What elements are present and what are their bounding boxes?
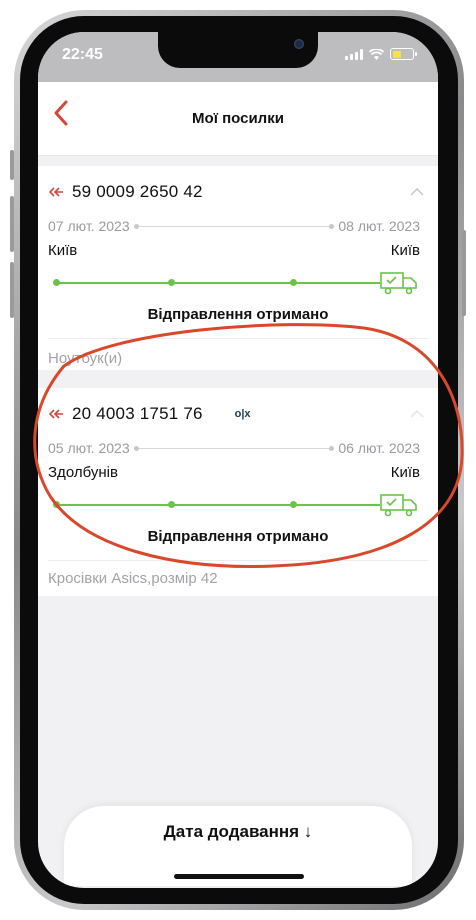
date-received: 06 лют. 2023	[338, 440, 420, 456]
power-button	[462, 230, 466, 316]
sort-button[interactable]: Дата додавання ↓	[64, 822, 412, 842]
volume-up-button	[10, 196, 14, 252]
delivery-status: Відправлення отримано	[147, 528, 329, 545]
city-from: Київ	[48, 242, 78, 259]
city-row: Здолбунів Київ	[48, 464, 420, 481]
divider	[48, 338, 428, 339]
double-arrow-left-icon	[48, 409, 63, 419]
date-row: 05 лют. 2023 06 лют. 2023	[48, 440, 420, 456]
wifi-icon	[369, 48, 384, 60]
parcel-badge: o|x	[234, 408, 251, 420]
page-title: Мої посилки	[192, 110, 284, 127]
date-received: 08 лют. 2023	[338, 218, 420, 234]
delivery-progress	[53, 270, 418, 295]
delivery-truck-icon	[380, 494, 417, 517]
tracking-row: 59 0009 2650 42	[48, 182, 203, 202]
city-from: Здолбунів	[48, 464, 118, 481]
date-sent: 05 лют. 2023	[48, 440, 130, 456]
date-connector	[133, 445, 335, 451]
camera-icon	[294, 39, 304, 49]
city-to: Київ	[390, 242, 420, 259]
date-connector	[133, 223, 335, 229]
city-to: Київ	[390, 464, 420, 481]
date-row: 07 лют. 2023 08 лют. 2023	[48, 218, 420, 234]
battery-icon	[390, 48, 417, 60]
parcel-description: Ноутбук(и)	[48, 350, 123, 367]
app-header: Мої посилки	[38, 82, 438, 156]
chevron-up-icon[interactable]	[410, 410, 424, 418]
volume-down-button	[10, 262, 14, 318]
delivery-truck-icon	[380, 272, 417, 295]
divider	[48, 560, 428, 561]
delivery-status: Відправлення отримано	[147, 306, 329, 323]
mute-switch	[10, 150, 14, 180]
parcel-card[interactable]: 20 4003 1751 76 o|x 05 лют. 2023 06 лют.…	[38, 388, 438, 596]
status-time: 22:45	[62, 46, 103, 63]
date-sent: 07 лют. 2023	[48, 218, 130, 234]
tracking-number: 20 4003 1751 76	[72, 404, 203, 423]
phone-screen: 22:45 Мої посилки 59 0009 2650 42 07 лют…	[38, 32, 438, 888]
signal-icon	[345, 48, 363, 60]
city-row: Київ Київ	[48, 242, 420, 259]
home-indicator[interactable]	[174, 874, 304, 879]
tracking-number: 59 0009 2650 42	[72, 182, 203, 201]
delivery-progress	[53, 492, 418, 517]
chevron-up-icon[interactable]	[410, 188, 424, 196]
notch	[158, 32, 318, 68]
parcel-description: Кросівки Asics,розмір 42	[48, 570, 218, 587]
double-arrow-left-icon	[48, 187, 63, 197]
parcel-card[interactable]: 59 0009 2650 42 07 лют. 2023 08 лют. 202…	[38, 166, 438, 370]
tracking-row: 20 4003 1751 76 o|x	[48, 404, 251, 424]
status-icons	[345, 48, 417, 60]
